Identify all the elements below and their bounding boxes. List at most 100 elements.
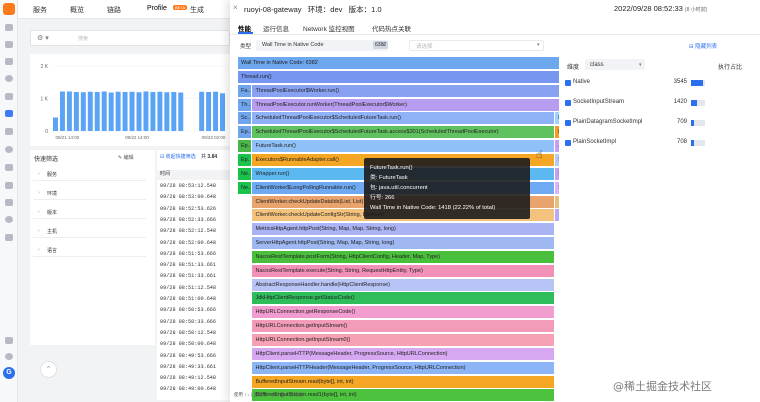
dimension-row[interactable]: SocketInputStream 1420	[565, 99, 745, 109]
overview-bar[interactable]	[220, 93, 225, 131]
filter-group[interactable]: › 服务	[33, 168, 146, 181]
filter-bar[interactable]: ⚙ ▾ 搜索	[30, 30, 230, 46]
overview-bar[interactable]	[143, 91, 149, 131]
flame-frame[interactable]: Ne...	[238, 181, 252, 194]
table-row[interactable]: 09/28 08:53:00.648	[160, 194, 216, 200]
flame-frame[interactable]: Thread.run()	[238, 70, 559, 83]
table-row[interactable]: 09/28 08:49:12.548	[160, 375, 216, 381]
overview-bar[interactable]	[59, 91, 65, 131]
monitor-icon[interactable]	[5, 58, 13, 65]
nav-item-4[interactable]: 生成	[190, 5, 204, 15]
table-row[interactable]: 09/28 08:52:53.626	[160, 206, 216, 212]
flame-frame[interactable]: NacosRestTemplate.execute(String, String…	[252, 264, 555, 277]
overview-bar[interactable]	[157, 91, 163, 131]
table-row[interactable]: 09/28 08:52:33.666	[160, 217, 216, 223]
profile-icon[interactable]	[5, 110, 13, 117]
table-row[interactable]: 09/28 08:49:53.666	[160, 353, 216, 359]
table-row[interactable]: 09/28 08:52:12.548	[160, 228, 216, 234]
flame-graph[interactable]: Wall Time in Native Code: 6382 Thread.run…	[238, 57, 560, 402]
overview-bar[interactable]	[199, 91, 205, 131]
overview-bar[interactable]	[66, 91, 72, 131]
checkbox[interactable]	[565, 120, 571, 126]
overview-bar[interactable]	[178, 92, 184, 131]
flame-frame[interactable]: JdkHttpClientResponse.getStatusCode()	[252, 292, 555, 305]
flame-frame[interactable]: MetricsHttpAgent.httpPost(String, Map, M…	[252, 223, 555, 236]
flame-frame[interactable]: NacosRestTemplate.postForm(String, HttpC…	[252, 250, 555, 263]
flame-frame[interactable]: Wall Time in Native Code: 6382	[238, 57, 559, 69]
table-row[interactable]: 09/28 08:49:33.661	[160, 364, 216, 370]
flame-frame[interactable]: HttpClient.parseHTTPHeader(MessageHeader…	[252, 361, 555, 374]
dimension-row[interactable]: PlainSocketImpl 708	[565, 139, 745, 149]
dashboard-icon[interactable]	[5, 41, 13, 48]
table-row[interactable]: 09/28 08:52:00.648	[160, 240, 216, 246]
flame-frame[interactable]: Ep...	[238, 126, 252, 139]
flame-frame[interactable]: Ne...	[238, 167, 252, 180]
target-icon[interactable]	[5, 146, 13, 153]
chart-icon[interactable]	[5, 128, 13, 135]
help-icon[interactable]	[5, 353, 13, 360]
overview-bar[interactable]	[53, 117, 58, 131]
nav-item-1[interactable]: 概览	[70, 5, 84, 15]
flame-frame[interactable]: ScheduledThreadPoolExecutor$ScheduledFut…	[252, 126, 555, 139]
lock-icon[interactable]	[5, 199, 13, 206]
send-icon[interactable]	[5, 337, 13, 344]
overview-bar[interactable]	[164, 92, 170, 131]
nav-item-2[interactable]: 链路	[107, 5, 121, 15]
globe-icon[interactable]	[5, 75, 13, 82]
flame-frame[interactable]: Ep...	[238, 153, 252, 166]
flame-frame[interactable]: ThreadPoolExecutor.runWorker(ThreadPoolE…	[252, 98, 559, 111]
flame-frame[interactable]: ThreadPoolExecutor$Worker.run()	[252, 84, 559, 97]
overview-bar[interactable]	[129, 91, 135, 131]
table-row[interactable]: 09/28 08:51:12.548	[160, 285, 216, 291]
table-row[interactable]: 09/28 08:50:53.666	[160, 307, 216, 313]
grid-icon[interactable]	[5, 234, 13, 241]
avatar[interactable]: G	[3, 367, 15, 379]
overview-bar[interactable]	[80, 92, 86, 131]
checkbox[interactable]	[565, 80, 571, 86]
overview-bar[interactable]	[206, 92, 212, 131]
filter-group[interactable]: › 语言	[33, 244, 146, 257]
checkbox[interactable]	[565, 100, 571, 106]
flame-frame[interactable]: Th...	[238, 98, 252, 111]
filter-group[interactable]: › 环境	[33, 187, 146, 200]
table-row[interactable]: 09/28 08:50:33.666	[160, 319, 216, 325]
hide-list-button[interactable]: ⊟ 隐藏列表	[689, 42, 717, 50]
filter-group[interactable]: › 主机	[33, 225, 146, 238]
table-row[interactable]: 09/28 08:53:12.548	[160, 183, 216, 189]
flame-frame[interactable]: Sc...	[555, 153, 559, 166]
flame-frame[interactable]: Sa...	[555, 181, 559, 194]
table-row[interactable]: 09/28 08:51:33.661	[160, 273, 216, 279]
flame-frame[interactable]: Sa...	[555, 167, 559, 180]
overview-bar[interactable]	[94, 92, 100, 131]
search-input[interactable]: 搜索	[78, 35, 88, 42]
tab-3[interactable]: 代码热点关联	[372, 23, 411, 33]
overview-bar[interactable]	[136, 92, 142, 131]
table-row[interactable]: 09/28 08:51:53.666	[160, 251, 216, 257]
shield-icon[interactable]	[5, 164, 13, 171]
flame-frame[interactable]: HttpClient.parseHTTP(MessageHeader, Prog…	[252, 347, 555, 360]
flame-frame[interactable]: FutureTask.run()	[252, 140, 555, 153]
flame-frame[interactable]: ScheduledThreadPoolExecutor$ScheduledFut…	[252, 112, 555, 125]
flame-frame[interactable]: Js...	[555, 140, 559, 153]
calendar-icon[interactable]	[5, 93, 13, 100]
radar-icon[interactable]	[5, 216, 13, 223]
table-row[interactable]: 09/28 08:49:00.648	[160, 386, 216, 392]
flame-frame[interactable]: AbstractResponseHandler.handle(HttpClien…	[252, 278, 555, 291]
overview-bar[interactable]	[115, 91, 121, 131]
flame-frame[interactable]: Ex...	[555, 126, 559, 139]
table-row[interactable]: 09/28 08:50:12.548	[160, 330, 216, 336]
tab-2[interactable]: Network 监控视图	[303, 23, 355, 33]
checkbox[interactable]	[565, 140, 571, 146]
flame-frame[interactable]: Sc...	[238, 112, 252, 125]
overview-bar[interactable]	[171, 92, 177, 131]
dimension-row[interactable]: PlainDatagramSocketImpl 709	[565, 119, 745, 129]
nav-item-3[interactable]: Profile	[147, 5, 167, 12]
table-row[interactable]: 09/28 08:51:33.661	[160, 262, 216, 268]
flame-frame[interactable]: HttpURLConnection.getResponseCode()	[252, 306, 555, 319]
dimension-row[interactable]: Native 3545	[565, 79, 745, 89]
table-row[interactable]: 09/28 08:51:00.648	[160, 296, 216, 302]
overview-bar[interactable]	[150, 92, 156, 131]
home-icon[interactable]	[5, 24, 13, 31]
quick-filter-edit-button[interactable]: ✎ 编辑	[118, 154, 134, 161]
overview-bar[interactable]	[101, 91, 107, 131]
